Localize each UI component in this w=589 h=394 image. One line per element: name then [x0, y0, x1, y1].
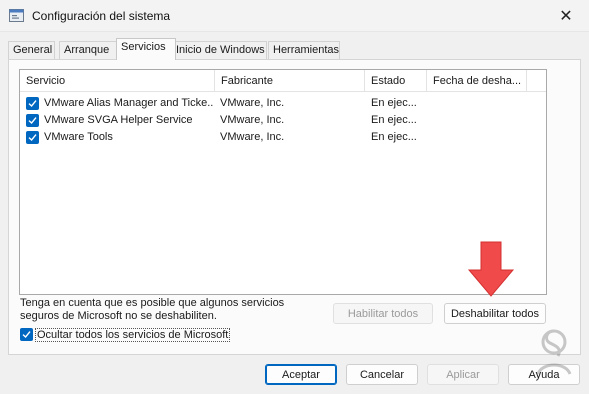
service-status: En ejec...: [371, 114, 417, 126]
enable-all-button[interactable]: Habilitar todos: [333, 303, 433, 324]
column-header-servicio[interactable]: Servicio: [20, 70, 215, 92]
hide-ms-services-toggle[interactable]: Ocultar todos los servicios de Microsoft: [20, 327, 231, 342]
service-checkbox[interactable]: [26, 97, 39, 110]
system-config-icon: [9, 9, 24, 22]
column-header-estado[interactable]: Estado: [365, 70, 427, 92]
title-bar: Configuración del sistema ✕: [0, 0, 589, 32]
red-arrow-icon: [467, 241, 515, 297]
service-status: En ejec...: [371, 97, 417, 109]
service-status: En ejec...: [371, 131, 417, 143]
microsoft-services-note: Tenga en cuenta que es posible que algun…: [20, 297, 285, 322]
close-icon: ✕: [559, 8, 573, 25]
watermark-logo: [536, 329, 572, 375]
service-name: VMware Alias Manager and Ticke...: [44, 97, 214, 109]
tab-servicios[interactable]: Servicios: [116, 38, 176, 60]
column-header-fecha[interactable]: Fecha de desha...: [427, 70, 527, 92]
service-name: VMware SVGA Helper Service: [44, 114, 193, 126]
service-row[interactable]: VMware SVGA Helper Service VMware, Inc. …: [20, 112, 546, 129]
window-title: Configuración del sistema: [32, 9, 171, 23]
service-row[interactable]: VMware Alias Manager and Ticke... VMware…: [20, 95, 546, 112]
tab-arranque[interactable]: Arranque: [59, 41, 117, 60]
service-manufacturer: VMware, Inc.: [220, 131, 285, 143]
service-row[interactable]: VMware Tools VMware, Inc. En ejec...: [20, 129, 546, 146]
check-icon: [22, 331, 31, 339]
service-checkbox[interactable]: [26, 114, 39, 127]
cancel-button[interactable]: Cancelar: [346, 364, 418, 385]
hide-ms-label: Ocultar todos los servicios de Microsoft: [35, 327, 231, 342]
tab-herramientas[interactable]: Herramientas: [268, 41, 340, 60]
close-button[interactable]: ✕: [543, 0, 589, 32]
tab-inicio-windows[interactable]: Inicio de Windows: [171, 41, 267, 60]
check-icon: [28, 134, 37, 142]
list-header: Servicio Fabricante Estado Fecha de desh…: [20, 70, 546, 92]
apply-button[interactable]: Aplicar: [427, 364, 499, 385]
check-icon: [28, 100, 37, 108]
disable-all-button[interactable]: Deshabilitar todos: [444, 303, 546, 324]
ok-button[interactable]: Aceptar: [265, 364, 337, 385]
service-name: VMware Tools: [44, 131, 113, 143]
service-manufacturer: VMware, Inc.: [220, 114, 285, 126]
service-checkbox[interactable]: [26, 131, 39, 144]
hide-ms-checkbox[interactable]: [20, 328, 33, 341]
column-header-fabricante[interactable]: Fabricante: [215, 70, 365, 92]
check-icon: [28, 117, 37, 125]
service-manufacturer: VMware, Inc.: [220, 97, 285, 109]
tab-general[interactable]: General: [8, 41, 55, 60]
